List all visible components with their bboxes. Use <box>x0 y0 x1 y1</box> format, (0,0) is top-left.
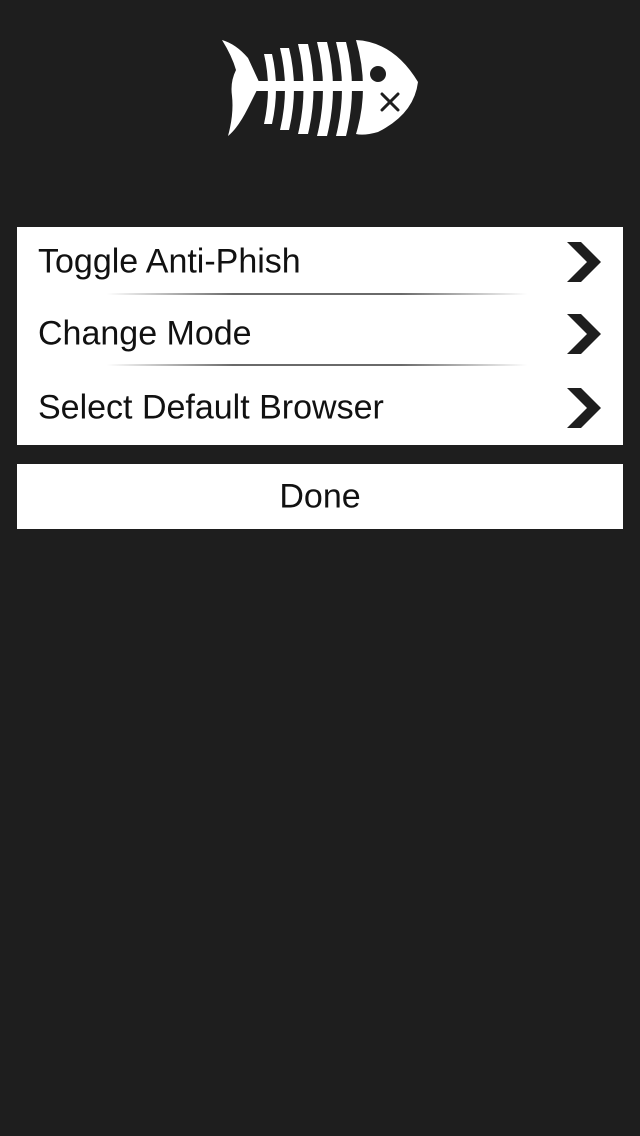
menu-item-change-mode[interactable]: Change Mode <box>17 299 623 369</box>
menu-item-label: Change Mode <box>38 314 252 353</box>
settings-menu: Toggle Anti-Phish Change Mode Select Def… <box>17 227 623 445</box>
divider <box>107 364 527 366</box>
fish-skeleton-icon <box>222 40 418 136</box>
menu-item-select-default-browser[interactable]: Select Default Browser <box>17 373 623 443</box>
done-button-label: Done <box>279 477 361 515</box>
menu-item-label: Select Default Browser <box>38 388 384 427</box>
done-button[interactable]: Done <box>17 464 623 529</box>
chevron-right-icon <box>567 314 601 354</box>
menu-item-label: Toggle Anti-Phish <box>38 242 301 281</box>
divider <box>107 293 527 295</box>
chevron-right-icon <box>567 388 601 428</box>
chevron-right-icon <box>567 242 601 282</box>
menu-item-toggle-anti-phish[interactable]: Toggle Anti-Phish <box>17 227 623 297</box>
